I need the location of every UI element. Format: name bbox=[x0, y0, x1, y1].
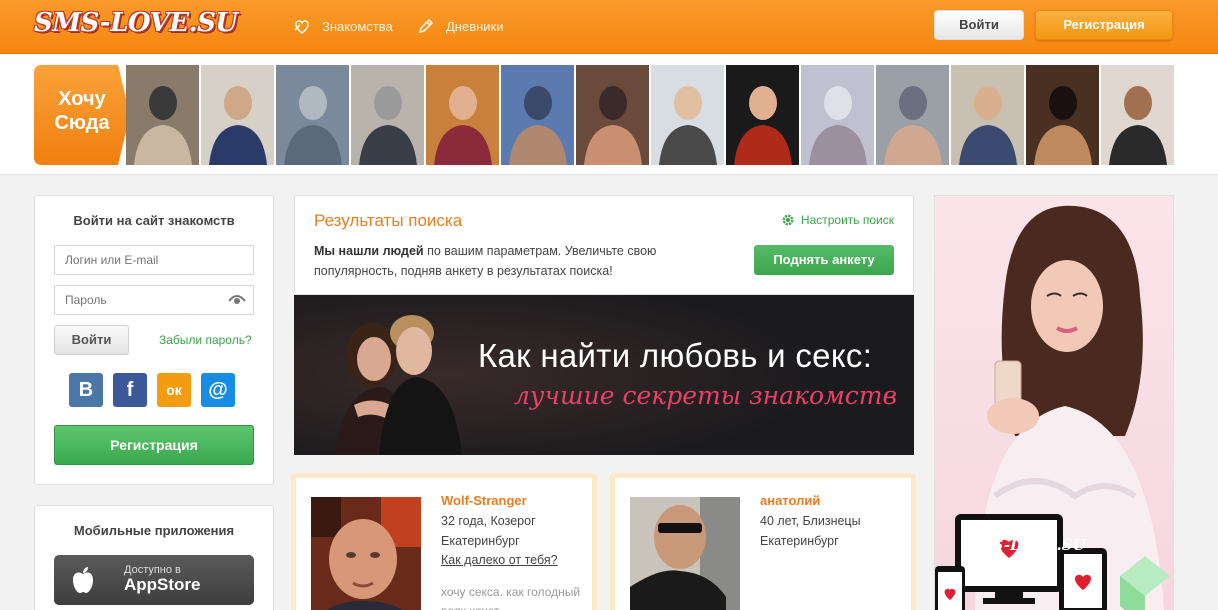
profile-photo-image bbox=[311, 497, 421, 610]
login-panel: Войти на сайт знакомств Войти Забыли пар… bbox=[34, 195, 274, 485]
profile-thumbnail[interactable] bbox=[276, 65, 349, 165]
profile-city: Екатеринбург bbox=[760, 534, 839, 548]
profile-thumbnail-image bbox=[426, 65, 499, 165]
article-banner[interactable]: Как найти любовь и секс: лучшие секреты … bbox=[294, 295, 914, 455]
site-logo[interactable]: SMS-LOVE.SU bbox=[34, 8, 238, 38]
profile-card[interactable]: Wolf-Stranger 32 года, Козерог Екатеринб… bbox=[291, 473, 597, 610]
profile-thumbnail-image bbox=[201, 65, 274, 165]
raise-profile-button[interactable]: Поднять анкету bbox=[754, 245, 894, 275]
appstore-big-label: AppStore bbox=[124, 575, 201, 594]
vk-icon[interactable]: В bbox=[69, 373, 103, 407]
odnoklassniki-icon[interactable]: ок bbox=[157, 373, 191, 407]
want-here-label: Хочу Сюда bbox=[54, 88, 110, 134]
search-results-text: Мы нашли людей по вашим параметрам. Увел… bbox=[314, 241, 714, 281]
profile-city: Екатеринбург bbox=[441, 534, 520, 548]
profile-photo-image bbox=[630, 497, 740, 610]
login-input[interactable] bbox=[54, 245, 254, 275]
password-field-wrap bbox=[35, 285, 275, 315]
profile-card[interactable]: анатолий 40 лет, Близнецы Екатеринбург bbox=[610, 473, 916, 610]
nav-dating[interactable]: Знакомства bbox=[292, 16, 393, 36]
profile-thumbnail[interactable] bbox=[1026, 65, 1099, 165]
tune-search-link[interactable]: Настроить поиск bbox=[781, 213, 894, 227]
search-results-panel: Результаты поиска Настроить поиск Мы наш… bbox=[294, 195, 914, 295]
photo-strip: Хочу Сюда bbox=[0, 55, 1218, 175]
profile-thumbnail[interactable] bbox=[726, 65, 799, 165]
nav-diaries-label: Дневники bbox=[446, 18, 504, 34]
profile-thumbnail[interactable] bbox=[951, 65, 1024, 165]
login-panel-title: Войти на сайт знакомств bbox=[73, 213, 235, 228]
header-login-button[interactable]: Войти bbox=[934, 10, 1024, 40]
profile-age-sign: 32 года, Козерог bbox=[441, 514, 536, 528]
mailru-icon[interactable]: @ bbox=[201, 373, 235, 407]
profile-thumbnail[interactable] bbox=[126, 65, 199, 165]
profile-name[interactable]: анатолий bbox=[760, 493, 820, 508]
gear-icon bbox=[782, 214, 794, 226]
profile-thumbnail-image bbox=[651, 65, 724, 165]
nav-dating-label: Знакомства bbox=[322, 18, 393, 34]
profile-thumbnail-image bbox=[126, 65, 199, 165]
apple-icon bbox=[73, 567, 93, 593]
profile-thumbnail[interactable] bbox=[201, 65, 274, 165]
profile-thumbnail-image bbox=[576, 65, 649, 165]
appstore-button[interactable]: Доступно в AppStore bbox=[54, 555, 254, 605]
profile-thumbnail[interactable] bbox=[501, 65, 574, 165]
nav-diaries[interactable]: Дневники bbox=[416, 16, 504, 36]
register-button[interactable]: Регистрация bbox=[54, 425, 254, 465]
profile-thumbnail-image bbox=[951, 65, 1024, 165]
profile-age-sign: 40 лет, Близнецы bbox=[760, 514, 861, 528]
profile-photo[interactable] bbox=[630, 497, 740, 610]
profile-thumbnail[interactable] bbox=[426, 65, 499, 165]
tune-search-label: Настроить поиск bbox=[800, 213, 894, 227]
profile-thumbnail[interactable] bbox=[651, 65, 724, 165]
profile-thumbnail[interactable] bbox=[1101, 65, 1174, 165]
top-header: SMS-LOVE.SU Знакомства Дневники Войти Ре… bbox=[0, 0, 1218, 54]
forgot-password-link[interactable]: Забыли пароль? bbox=[159, 333, 252, 347]
profile-thumbnail-image bbox=[876, 65, 949, 165]
want-here-button[interactable]: Хочу Сюда bbox=[34, 65, 130, 165]
profile-thumbnail-image bbox=[501, 65, 574, 165]
password-input[interactable] bbox=[54, 285, 254, 315]
profile-thumbnail-image bbox=[276, 65, 349, 165]
profile-thumbnail-image bbox=[1026, 65, 1099, 165]
distance-link[interactable]: Как далеко от тебя? bbox=[441, 553, 558, 567]
profile-thumbnail[interactable] bbox=[876, 65, 949, 165]
social-login-buttons: Вf ок @ bbox=[69, 373, 235, 407]
profile-thumbnail-image bbox=[1101, 65, 1174, 165]
hearts-icon bbox=[294, 20, 309, 35]
eye-icon[interactable] bbox=[228, 293, 246, 305]
pencil-icon bbox=[418, 18, 434, 34]
profile-name[interactable]: Wolf-Stranger bbox=[441, 493, 527, 508]
mobile-apps-title: Мобильные приложения bbox=[73, 523, 235, 538]
banner-headline: Как найти любовь и секс: bbox=[478, 337, 873, 374]
banner-subheadline: лучшие секреты знакомств bbox=[514, 381, 898, 410]
profile-thumbnail-image bbox=[801, 65, 874, 165]
advertisement-logo: SMS-LOVE.SU bbox=[965, 536, 1086, 554]
search-results-title: Результаты поиска bbox=[314, 211, 463, 230]
couple-image bbox=[294, 295, 914, 455]
profile-quote: хочу секса. как голодный волк хочет bbox=[441, 585, 581, 610]
profile-thumbnail[interactable] bbox=[576, 65, 649, 165]
profile-thumbnail[interactable] bbox=[351, 65, 424, 165]
profile-thumbnail[interactable] bbox=[801, 65, 874, 165]
facebook-icon[interactable]: f bbox=[113, 373, 147, 407]
app-advertisement[interactable]: SMS-LOVE.SU bbox=[934, 195, 1174, 610]
login-button[interactable]: Войти bbox=[54, 325, 129, 355]
profile-thumbnail-image bbox=[351, 65, 424, 165]
header-register-button[interactable]: Регистрация bbox=[1035, 10, 1173, 40]
mobile-apps-panel: Мобильные приложения Доступно в AppStore bbox=[34, 505, 274, 610]
profile-thumbnail-image bbox=[726, 65, 799, 165]
search-results-text-bold: Мы нашли людей bbox=[314, 244, 424, 258]
profile-thumbnails bbox=[126, 65, 1174, 165]
profile-photo[interactable] bbox=[311, 497, 421, 610]
